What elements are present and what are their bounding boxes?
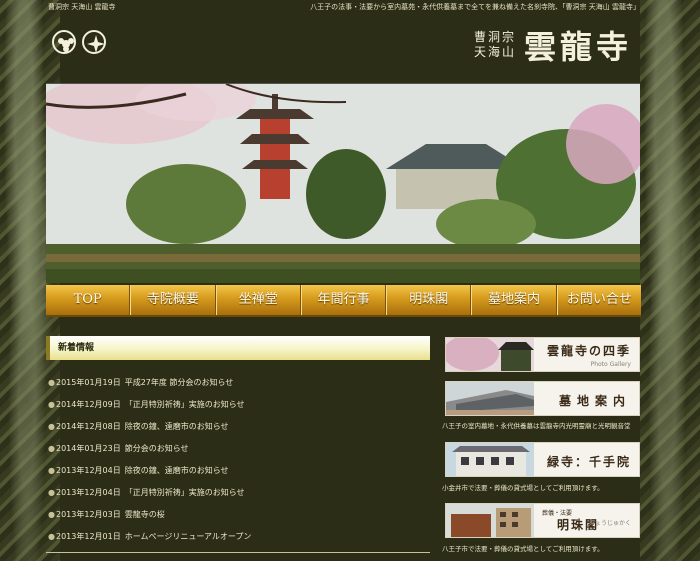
top-caption-bar: 曹洞宗 天海山 雲龍寺 八王子の法事・法要から室内墓苑・永代供養墓まで全てを兼ね… [0, 0, 700, 14]
bullet-icon: ● [48, 510, 55, 519]
logo-title: 雲龍寺 [523, 28, 632, 66]
banner-senjuin[interactable]: 緑寺：千手院 [445, 442, 640, 477]
bullet-icon: ● [48, 466, 55, 475]
news-item[interactable]: ●2014年01月23日 節分会のお知らせ [46, 438, 430, 460]
logo-subtitle: 曹洞宗 天海山 [474, 30, 516, 60]
nav-item-contact[interactable]: お問い合せ [556, 285, 641, 315]
news-date: 2015年01月19日 [56, 378, 121, 387]
news-date: 2013年12月04日 [56, 466, 121, 475]
banner-meishukaku[interactable]: 葬儀・法要 明珠閣 みょうじゅかく [445, 503, 640, 538]
banner-subtitle: Photo Gallery [590, 361, 631, 368]
nav-item-temple-overview[interactable]: 寺院概要 [130, 285, 216, 315]
main-navigation: TOP 寺院概要 坐禅堂 年間行事 明珠閣 墓地案内 お問い合せ [46, 285, 641, 317]
family-crests [52, 30, 106, 54]
news-item[interactable]: ●2013年12月04日 「正月特別祈祷」実施のお知らせ [46, 482, 430, 504]
crest-icon [52, 30, 76, 54]
bullet-icon: ● [48, 422, 55, 431]
news-heading: 新着情報 [46, 336, 430, 360]
news-date: 2013年12月04日 [56, 488, 121, 497]
news-date: 2014年12月08日 [56, 422, 121, 431]
banner-caption: 小金井市で法要・葬儀の貸式場としてご利用頂けます。 [442, 484, 604, 492]
bullet-icon: ● [48, 488, 55, 497]
bullet-icon: ● [48, 444, 55, 453]
bullet-icon: ● [48, 378, 55, 387]
news-title: 除夜の鐘、遠磨市のお知らせ [124, 422, 229, 431]
news-date: 2014年01月23日 [56, 444, 121, 453]
dragon-decoration-right [640, 0, 700, 561]
banner-title: 緑寺：千手院 [546, 455, 631, 469]
news-list: ●2015年01月19日 平成27年度 節分会のお知らせ ●2014年12月09日… [46, 372, 430, 548]
banner-cemetery-guide[interactable]: 墓地案内 [445, 381, 640, 416]
crest-icon [82, 30, 106, 54]
nav-item-top[interactable]: TOP [46, 285, 131, 315]
nav-item-cemetery-guide[interactable]: 墓地案内 [471, 285, 557, 315]
bullet-icon: ● [48, 400, 55, 409]
news-title: ホームページリニューアルオープン [124, 532, 252, 541]
news-title: 節分会のお知らせ [124, 444, 189, 453]
seasons-photo [446, 338, 534, 371]
nav-item-zazen-hall[interactable]: 坐禅堂 [215, 285, 301, 315]
news-item[interactable]: ●2013年12月04日 除夜の鐘、遠磨市のお知らせ [46, 460, 430, 482]
logo-subtitle-line1: 曹洞宗 [473, 30, 516, 44]
bullet-icon: ● [48, 532, 55, 541]
meishukaku-photo [446, 504, 534, 537]
news-title: 平成27年度 節分会のお知らせ [124, 378, 234, 387]
news-item[interactable]: ●2013年12月01日 ホームページリニューアルオープン [46, 526, 430, 548]
news-title: 「正月特別祈祷」実施のお知らせ [124, 488, 245, 497]
news-date: 2014年12月09日 [56, 400, 121, 409]
news-item[interactable]: ●2015年01月19日 平成27年度 節分会のお知らせ [46, 372, 430, 394]
site-logo[interactable]: 曹洞宗 天海山 雲龍寺 [474, 22, 632, 68]
news-item[interactable]: ●2014年12月08日 除夜の鐘、遠磨市のお知らせ [46, 416, 430, 438]
top-caption-right: 八王子の法事・法要から室内墓苑・永代供養墓まで全てを兼ね備えた名刹寺院、「曹洞宗… [310, 3, 640, 11]
banner-four-seasons[interactable]: 雲龍寺の四季 Photo Gallery [445, 337, 640, 372]
cemetery-photo [446, 382, 534, 415]
nav-item-annual-events[interactable]: 年間行事 [300, 285, 387, 315]
top-caption-left: 曹洞宗 天海山 雲龍寺 [48, 3, 116, 11]
news-title: 除夜の鐘、遠磨市のお知らせ [124, 466, 229, 475]
news-date: 2013年12月01日 [56, 532, 121, 541]
news-divider [46, 552, 430, 553]
banner-title: 雲龍寺の四季 [546, 344, 631, 358]
hero-temple-photo [46, 83, 640, 283]
banner-title: 墓地案内 [558, 394, 631, 408]
banner-caption: 八王子の室内墓地・永代供養墓は雲龍寺内光明霊廟と光明観音堂 [442, 422, 631, 430]
nav-item-meishukaku[interactable]: 明珠閣 [386, 285, 472, 315]
news-title: 雲龍寺の桜 [124, 510, 165, 519]
news-item[interactable]: ●2013年12月03日 雲龍寺の桜 [46, 504, 430, 526]
senjuin-photo [446, 443, 534, 476]
banner-caption: 八王子市で法要・葬儀の貸式場としてご利用頂けます。 [442, 545, 604, 553]
banner-subtitle: みょうじゅかく [588, 520, 631, 527]
news-item[interactable]: ●2014年12月09日 「正月特別祈祷」実施のお知らせ [46, 394, 430, 416]
news-date: 2013年12月03日 [56, 510, 121, 519]
news-title: 「正月特別祈祷」実施のお知らせ [124, 400, 245, 409]
logo-subtitle-line2: 天海山 [473, 45, 516, 59]
